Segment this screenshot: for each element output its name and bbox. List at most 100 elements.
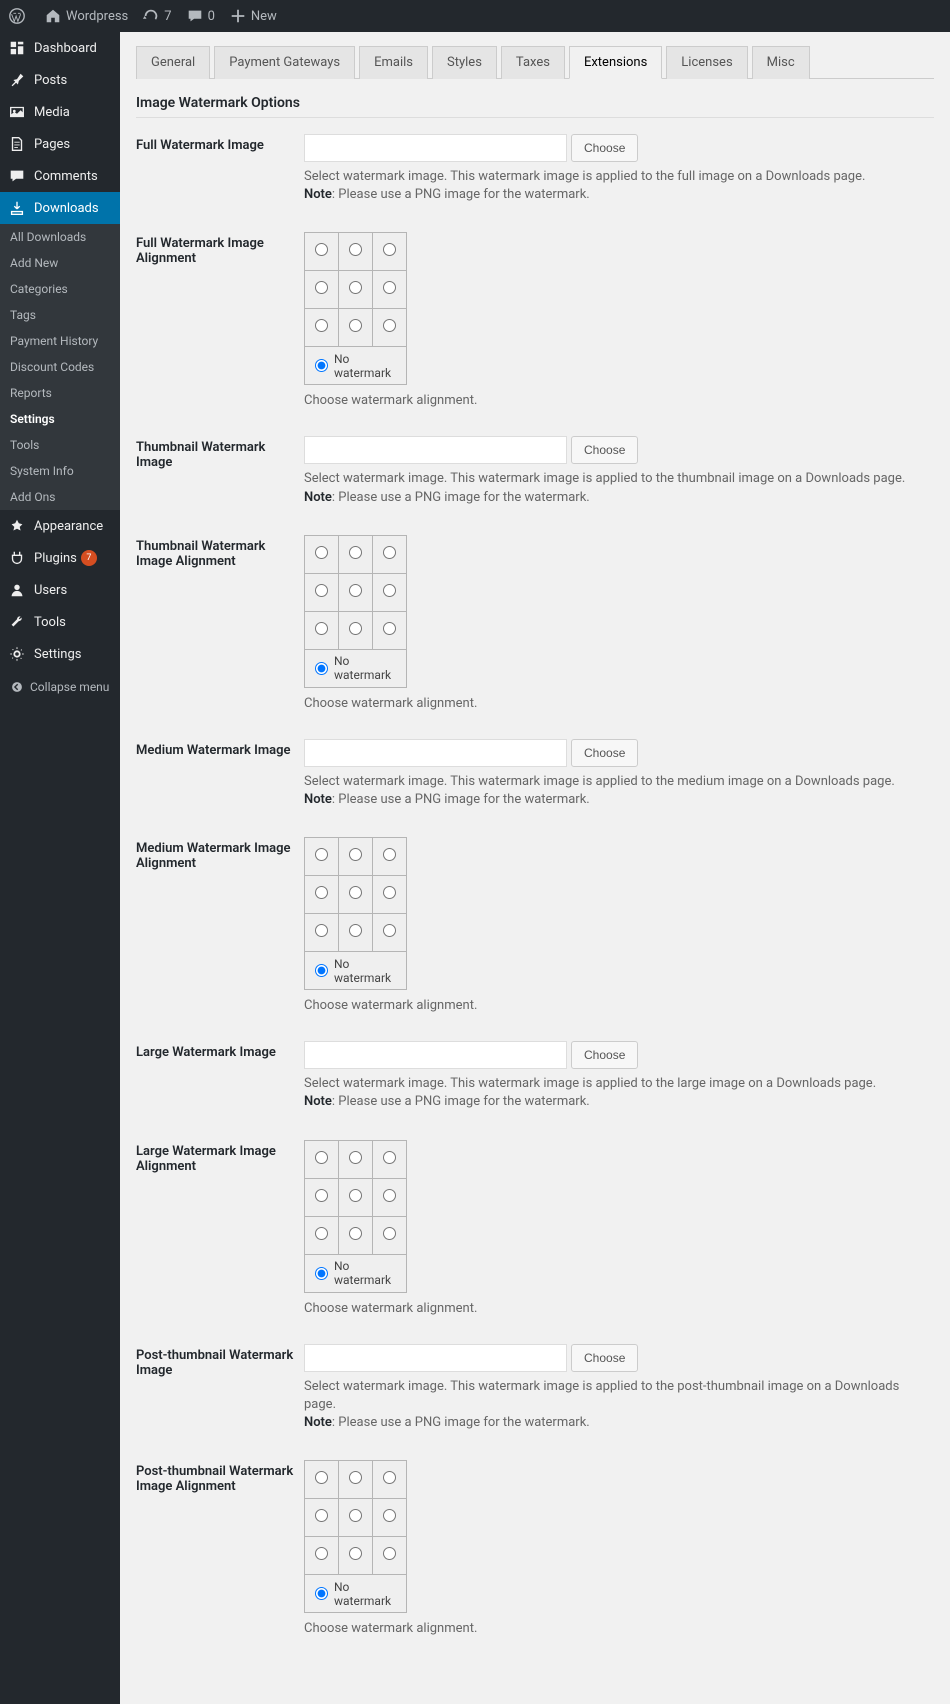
submenu-item-tools[interactable]: Tools bbox=[0, 432, 120, 458]
no-watermark-cell[interactable]: No watermark bbox=[305, 347, 407, 385]
align-radio[interactable] bbox=[349, 1151, 362, 1164]
new-link[interactable]: New bbox=[229, 7, 277, 25]
no-watermark-radio[interactable] bbox=[315, 662, 328, 675]
align-cell-0-1[interactable] bbox=[339, 838, 373, 876]
full-watermark-input[interactable] bbox=[304, 134, 567, 162]
align-cell-0-2[interactable] bbox=[373, 1461, 407, 1499]
align-radio[interactable] bbox=[383, 1547, 396, 1560]
align-cell-0-1[interactable] bbox=[339, 535, 373, 573]
submenu-item-reports[interactable]: Reports bbox=[0, 380, 120, 406]
align-cell-1-0[interactable] bbox=[305, 1178, 339, 1216]
tab-styles[interactable]: Styles bbox=[432, 46, 497, 79]
tab-emails[interactable]: Emails bbox=[359, 46, 428, 79]
no-watermark-radio[interactable] bbox=[315, 1587, 328, 1600]
submenu-item-payment-history[interactable]: Payment History bbox=[0, 328, 120, 354]
align-radio[interactable] bbox=[383, 584, 396, 597]
menu-item-tools[interactable]: Tools bbox=[0, 606, 120, 638]
submenu-item-categories[interactable]: Categories bbox=[0, 276, 120, 302]
choose-button[interactable]: Choose bbox=[571, 1344, 638, 1372]
align-radio[interactable] bbox=[383, 546, 396, 559]
tab-licenses[interactable]: Licenses bbox=[666, 46, 747, 79]
menu-item-downloads[interactable]: Downloads bbox=[0, 192, 120, 224]
align-cell-0-2[interactable] bbox=[373, 838, 407, 876]
align-radio[interactable] bbox=[349, 924, 362, 937]
menu-item-pages[interactable]: Pages bbox=[0, 128, 120, 160]
align-radio[interactable] bbox=[383, 1227, 396, 1240]
align-cell-2-0[interactable] bbox=[305, 611, 339, 649]
align-radio[interactable] bbox=[349, 319, 362, 332]
align-cell-0-0[interactable] bbox=[305, 535, 339, 573]
align-cell-0-0[interactable] bbox=[305, 233, 339, 271]
align-radio[interactable] bbox=[349, 1471, 362, 1484]
align-radio[interactable] bbox=[383, 243, 396, 256]
collapse-menu[interactable]: Collapse menu bbox=[0, 670, 120, 704]
comments-link[interactable]: 0 bbox=[186, 7, 215, 25]
tab-general[interactable]: General bbox=[136, 46, 210, 79]
menu-item-appearance[interactable]: Appearance bbox=[0, 510, 120, 542]
align-radio[interactable] bbox=[315, 1189, 328, 1202]
align-radio[interactable] bbox=[349, 622, 362, 635]
menu-item-settings[interactable]: Settings bbox=[0, 638, 120, 670]
align-cell-0-1[interactable] bbox=[339, 233, 373, 271]
align-cell-1-0[interactable] bbox=[305, 876, 339, 914]
align-radio[interactable] bbox=[349, 848, 362, 861]
align-cell-1-2[interactable] bbox=[373, 876, 407, 914]
menu-item-dashboard[interactable]: Dashboard bbox=[0, 32, 120, 64]
choose-button[interactable]: Choose bbox=[571, 436, 638, 464]
align-radio[interactable] bbox=[315, 1151, 328, 1164]
align-cell-1-2[interactable] bbox=[373, 1178, 407, 1216]
align-cell-0-0[interactable] bbox=[305, 1461, 339, 1499]
align-radio[interactable] bbox=[349, 281, 362, 294]
align-cell-2-1[interactable] bbox=[339, 1216, 373, 1254]
menu-item-media[interactable]: Media bbox=[0, 96, 120, 128]
no-watermark-radio[interactable] bbox=[315, 1267, 328, 1280]
align-cell-1-0[interactable] bbox=[305, 573, 339, 611]
choose-button[interactable]: Choose bbox=[571, 134, 638, 162]
post-thumbnail-watermark-input[interactable] bbox=[304, 1344, 567, 1372]
align-cell-0-2[interactable] bbox=[373, 233, 407, 271]
align-cell-2-2[interactable] bbox=[373, 309, 407, 347]
align-radio[interactable] bbox=[349, 886, 362, 899]
menu-item-plugins[interactable]: Plugins7 bbox=[0, 542, 120, 574]
align-cell-1-1[interactable] bbox=[339, 1178, 373, 1216]
align-radio[interactable] bbox=[315, 546, 328, 559]
updates-link[interactable]: 7 bbox=[142, 7, 171, 25]
align-cell-1-0[interactable] bbox=[305, 271, 339, 309]
align-cell-2-2[interactable] bbox=[373, 611, 407, 649]
site-link[interactable]: Wordpress bbox=[44, 7, 128, 25]
no-watermark-radio[interactable] bbox=[315, 359, 328, 372]
align-cell-0-1[interactable] bbox=[339, 1140, 373, 1178]
align-cell-2-2[interactable] bbox=[373, 1216, 407, 1254]
align-radio[interactable] bbox=[383, 319, 396, 332]
align-cell-2-0[interactable] bbox=[305, 914, 339, 952]
submenu-item-all-downloads[interactable]: All Downloads bbox=[0, 224, 120, 250]
align-radio[interactable] bbox=[315, 1227, 328, 1240]
align-radio[interactable] bbox=[383, 1189, 396, 1202]
no-watermark-cell[interactable]: No watermark bbox=[305, 952, 407, 990]
align-radio[interactable] bbox=[349, 1227, 362, 1240]
align-radio[interactable] bbox=[349, 546, 362, 559]
align-radio[interactable] bbox=[315, 319, 328, 332]
tab-extensions[interactable]: Extensions bbox=[569, 46, 662, 79]
no-watermark-cell[interactable]: No watermark bbox=[305, 649, 407, 687]
submenu-item-tags[interactable]: Tags bbox=[0, 302, 120, 328]
align-cell-1-1[interactable] bbox=[339, 573, 373, 611]
menu-item-posts[interactable]: Posts bbox=[0, 64, 120, 96]
align-radio[interactable] bbox=[383, 1471, 396, 1484]
align-cell-1-1[interactable] bbox=[339, 271, 373, 309]
choose-button[interactable]: Choose bbox=[571, 1041, 638, 1069]
align-radio[interactable] bbox=[349, 1509, 362, 1522]
thumbnail-watermark-input[interactable] bbox=[304, 436, 567, 464]
no-watermark-cell[interactable]: No watermark bbox=[305, 1575, 407, 1613]
align-cell-2-0[interactable] bbox=[305, 309, 339, 347]
align-radio[interactable] bbox=[315, 1471, 328, 1484]
tab-misc[interactable]: Misc bbox=[752, 46, 810, 79]
align-radio[interactable] bbox=[315, 886, 328, 899]
align-radio[interactable] bbox=[315, 848, 328, 861]
align-radio[interactable] bbox=[315, 924, 328, 937]
submenu-item-add-ons[interactable]: Add Ons bbox=[0, 484, 120, 510]
align-cell-1-2[interactable] bbox=[373, 573, 407, 611]
submenu-item-add-new[interactable]: Add New bbox=[0, 250, 120, 276]
align-radio[interactable] bbox=[383, 886, 396, 899]
submenu-item-system-info[interactable]: System Info bbox=[0, 458, 120, 484]
